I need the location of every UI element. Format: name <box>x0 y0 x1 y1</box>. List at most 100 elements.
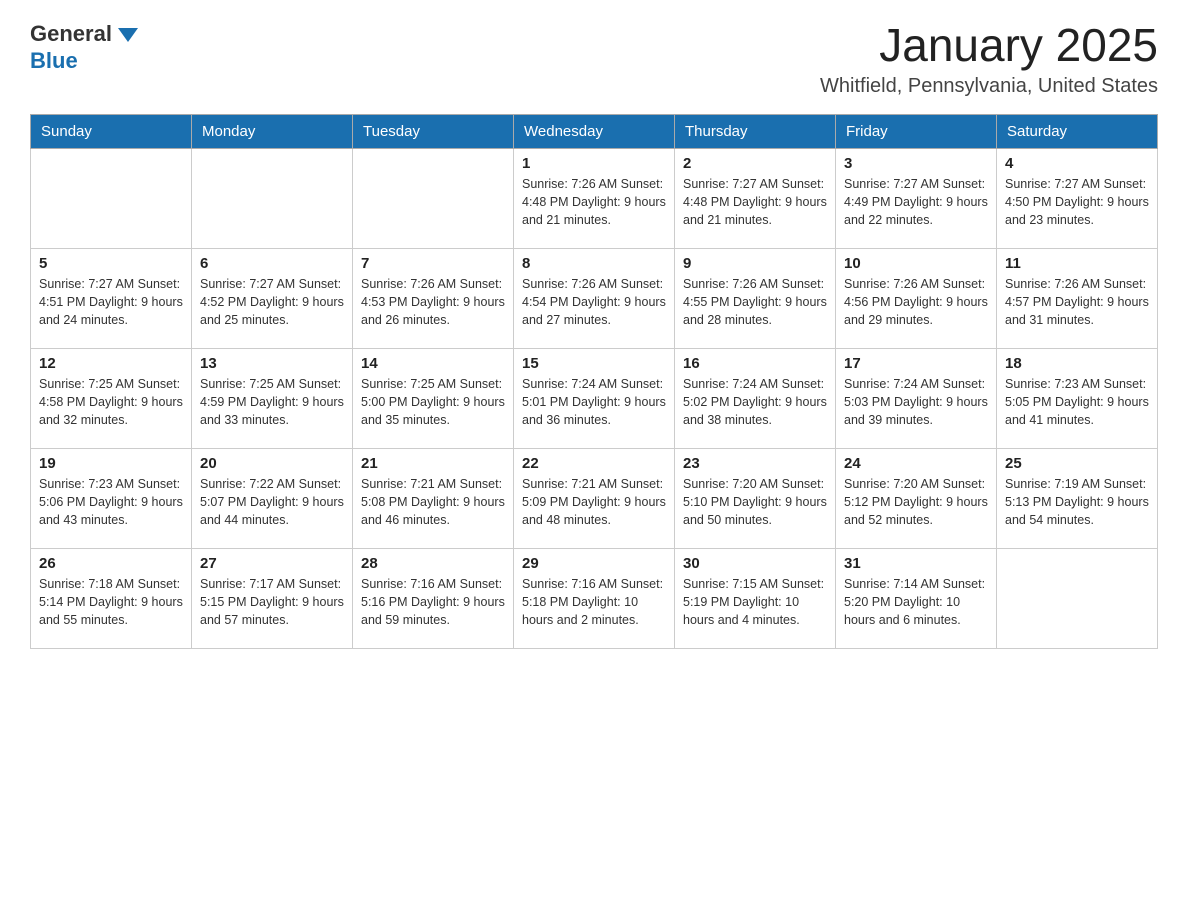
calendar-header-sunday: Sunday <box>31 114 192 148</box>
calendar-cell: 6 Sunrise: 7:27 AM Sunset: 4:52 PM Daylig… <box>192 248 353 348</box>
logo-text-blue: Blue <box>30 48 78 73</box>
title-section: January 2025 Whitfield, Pennsylvania, Un… <box>820 20 1158 98</box>
calendar-cell: 28 Sunrise: 7:16 AM Sunset: 5:16 PM Dayli… <box>353 548 514 648</box>
calendar-cell: 4 Sunrise: 7:27 AM Sunset: 4:50 PM Daylig… <box>997 148 1158 248</box>
calendar-cell: 16 Sunrise: 7:24 AM Sunset: 5:02 PM Dayli… <box>675 348 836 448</box>
calendar-cell: 11 Sunrise: 7:26 AM Sunset: 4:57 PM Dayli… <box>997 248 1158 348</box>
week-row-3: 12Sunrise: 7:25 AM Sunset: 4:58 PM Dayli… <box>31 348 1158 448</box>
calendar-cell: 1 Sunrise: 7:26 AM Sunset: 4:48 PM Daylig… <box>514 148 675 248</box>
day-number: 21 <box>361 455 505 472</box>
calendar-cell: 3 Sunrise: 7:27 AM Sunset: 4:49 PM Daylig… <box>836 148 997 248</box>
calendar-cell: 19 Sunrise: 7:23 AM Sunset: 5:06 PM Dayli… <box>31 448 192 548</box>
day-info: Sunrise: 7:23 AM Sunset: 5:05 PM Dayligh… <box>1005 375 1149 429</box>
day-info: Sunrise: 7:23 AM Sunset: 5:06 PM Dayligh… <box>39 475 183 529</box>
calendar-cell <box>31 148 192 248</box>
day-info: Sunrise: 7:21 AM Sunset: 5:08 PM Dayligh… <box>361 475 505 529</box>
logo-icon <box>114 20 142 48</box>
day-number: 3 <box>844 155 988 172</box>
day-number: 22 <box>522 455 666 472</box>
day-number: 2 <box>683 155 827 172</box>
calendar-header-monday: Monday <box>192 114 353 148</box>
day-info: Sunrise: 7:24 AM Sunset: 5:02 PM Dayligh… <box>683 375 827 429</box>
day-info: Sunrise: 7:16 AM Sunset: 5:18 PM Dayligh… <box>522 575 666 629</box>
calendar-cell: 10Sunrise: 7:26 AM Sunset: 4:56 PM Dayli… <box>836 248 997 348</box>
day-number: 18 <box>1005 355 1149 372</box>
week-row-1: 1 Sunrise: 7:26 AM Sunset: 4:48 PM Daylig… <box>31 148 1158 248</box>
week-row-2: 5Sunrise: 7:27 AM Sunset: 4:51 PM Daylig… <box>31 248 1158 348</box>
day-info: Sunrise: 7:27 AM Sunset: 4:49 PM Dayligh… <box>844 175 988 229</box>
calendar-cell <box>997 548 1158 648</box>
day-info: Sunrise: 7:20 AM Sunset: 5:12 PM Dayligh… <box>844 475 988 529</box>
day-number: 9 <box>683 255 827 272</box>
calendar-cell: 7Sunrise: 7:26 AM Sunset: 4:53 PM Daylig… <box>353 248 514 348</box>
day-number: 16 <box>683 355 827 372</box>
day-number: 5 <box>39 255 183 272</box>
calendar-table: SundayMondayTuesdayWednesdayThursdayFrid… <box>30 114 1158 649</box>
calendar-header-row: SundayMondayTuesdayWednesdayThursdayFrid… <box>31 114 1158 148</box>
calendar-cell: 26 Sunrise: 7:18 AM Sunset: 5:14 PM Dayli… <box>31 548 192 648</box>
page-header: General Blue January 2025 Whitfield, Pen… <box>30 20 1158 98</box>
calendar-cell: 5Sunrise: 7:27 AM Sunset: 4:51 PM Daylig… <box>31 248 192 348</box>
day-number: 29 <box>522 555 666 572</box>
calendar-cell: 30Sunrise: 7:15 AM Sunset: 5:19 PM Dayli… <box>675 548 836 648</box>
day-number: 24 <box>844 455 988 472</box>
calendar-cell: 21 Sunrise: 7:21 AM Sunset: 5:08 PM Dayli… <box>353 448 514 548</box>
calendar-header-tuesday: Tuesday <box>353 114 514 148</box>
day-info: Sunrise: 7:22 AM Sunset: 5:07 PM Dayligh… <box>200 475 344 529</box>
day-info: Sunrise: 7:24 AM Sunset: 5:01 PM Dayligh… <box>522 375 666 429</box>
day-number: 6 <box>200 255 344 272</box>
day-info: Sunrise: 7:27 AM Sunset: 4:52 PM Dayligh… <box>200 275 344 329</box>
day-info: Sunrise: 7:17 AM Sunset: 5:15 PM Dayligh… <box>200 575 344 629</box>
day-number: 25 <box>1005 455 1149 472</box>
day-info: Sunrise: 7:18 AM Sunset: 5:14 PM Dayligh… <box>39 575 183 629</box>
day-number: 14 <box>361 355 505 372</box>
calendar-cell: 13 Sunrise: 7:25 AM Sunset: 4:59 PM Dayli… <box>192 348 353 448</box>
calendar-cell <box>192 148 353 248</box>
day-info: Sunrise: 7:24 AM Sunset: 5:03 PM Dayligh… <box>844 375 988 429</box>
day-number: 13 <box>200 355 344 372</box>
day-info: Sunrise: 7:26 AM Sunset: 4:55 PM Dayligh… <box>683 275 827 329</box>
day-info: Sunrise: 7:26 AM Sunset: 4:48 PM Dayligh… <box>522 175 666 229</box>
day-info: Sunrise: 7:25 AM Sunset: 4:59 PM Dayligh… <box>200 375 344 429</box>
logo-text-general: General <box>30 21 112 47</box>
day-number: 4 <box>1005 155 1149 172</box>
day-info: Sunrise: 7:16 AM Sunset: 5:16 PM Dayligh… <box>361 575 505 629</box>
day-info: Sunrise: 7:26 AM Sunset: 4:56 PM Dayligh… <box>844 275 988 329</box>
day-number: 8 <box>522 255 666 272</box>
day-number: 28 <box>361 555 505 572</box>
day-number: 19 <box>39 455 183 472</box>
calendar-cell: 9 Sunrise: 7:26 AM Sunset: 4:55 PM Daylig… <box>675 248 836 348</box>
calendar-cell: 23 Sunrise: 7:20 AM Sunset: 5:10 PM Dayli… <box>675 448 836 548</box>
day-number: 17 <box>844 355 988 372</box>
day-number: 23 <box>683 455 827 472</box>
calendar-cell: 31 Sunrise: 7:14 AM Sunset: 5:20 PM Dayli… <box>836 548 997 648</box>
calendar-cell: 12Sunrise: 7:25 AM Sunset: 4:58 PM Dayli… <box>31 348 192 448</box>
day-number: 15 <box>522 355 666 372</box>
month-title: January 2025 <box>820 20 1158 71</box>
day-number: 11 <box>1005 255 1149 272</box>
day-info: Sunrise: 7:19 AM Sunset: 5:13 PM Dayligh… <box>1005 475 1149 529</box>
day-number: 31 <box>844 555 988 572</box>
day-info: Sunrise: 7:27 AM Sunset: 4:50 PM Dayligh… <box>1005 175 1149 229</box>
calendar-cell: 25 Sunrise: 7:19 AM Sunset: 5:13 PM Dayli… <box>997 448 1158 548</box>
calendar-cell: 27Sunrise: 7:17 AM Sunset: 5:15 PM Dayli… <box>192 548 353 648</box>
calendar-cell <box>353 148 514 248</box>
calendar-header-thursday: Thursday <box>675 114 836 148</box>
location-subtitle: Whitfield, Pennsylvania, United States <box>820 75 1158 98</box>
day-number: 26 <box>39 555 183 572</box>
week-row-4: 19 Sunrise: 7:23 AM Sunset: 5:06 PM Dayli… <box>31 448 1158 548</box>
calendar-header-wednesday: Wednesday <box>514 114 675 148</box>
day-info: Sunrise: 7:14 AM Sunset: 5:20 PM Dayligh… <box>844 575 988 629</box>
day-info: Sunrise: 7:20 AM Sunset: 5:10 PM Dayligh… <box>683 475 827 529</box>
day-info: Sunrise: 7:27 AM Sunset: 4:48 PM Dayligh… <box>683 175 827 229</box>
day-info: Sunrise: 7:26 AM Sunset: 4:57 PM Dayligh… <box>1005 275 1149 329</box>
calendar-cell: 17 Sunrise: 7:24 AM Sunset: 5:03 PM Dayli… <box>836 348 997 448</box>
calendar-cell: 18 Sunrise: 7:23 AM Sunset: 5:05 PM Dayli… <box>997 348 1158 448</box>
calendar-cell: 22Sunrise: 7:21 AM Sunset: 5:09 PM Dayli… <box>514 448 675 548</box>
day-number: 1 <box>522 155 666 172</box>
week-row-5: 26 Sunrise: 7:18 AM Sunset: 5:14 PM Dayli… <box>31 548 1158 648</box>
day-info: Sunrise: 7:25 AM Sunset: 4:58 PM Dayligh… <box>39 375 183 429</box>
day-number: 30 <box>683 555 827 572</box>
calendar-cell: 8Sunrise: 7:26 AM Sunset: 4:54 PM Daylig… <box>514 248 675 348</box>
calendar-header-saturday: Saturday <box>997 114 1158 148</box>
